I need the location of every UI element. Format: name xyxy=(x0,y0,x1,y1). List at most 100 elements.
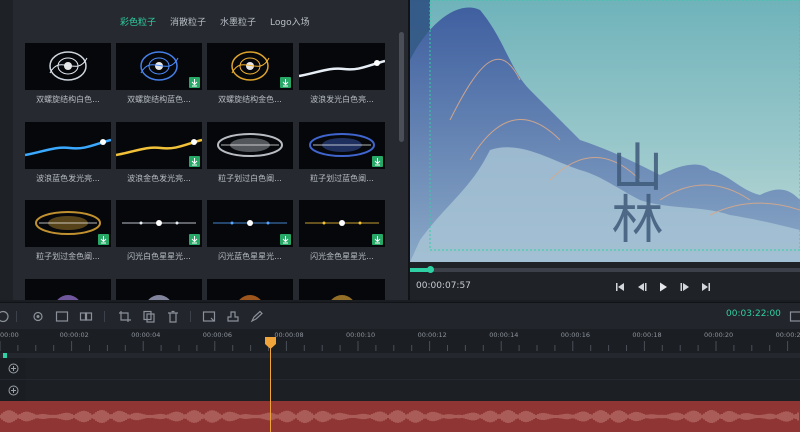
library-side-strip xyxy=(0,0,13,300)
stamp-icon[interactable] xyxy=(226,310,240,323)
effect-thumbnail[interactable] xyxy=(25,122,111,169)
toolbar-separator xyxy=(190,311,191,322)
effect-card[interactable]: 双螺旋结构蓝色... xyxy=(116,43,202,105)
effect-label: 波浪蓝色发光亮... xyxy=(36,174,100,183)
ruler-label: 00:00:10 xyxy=(346,331,376,339)
link-icon[interactable] xyxy=(79,310,93,323)
download-icon[interactable] xyxy=(98,234,109,245)
settings-icon[interactable] xyxy=(31,310,45,323)
audio-clip[interactable] xyxy=(0,401,800,432)
effect-label: 粒子划过金色阐... xyxy=(36,252,100,261)
effect-card[interactable]: 波浪金色发光亮... xyxy=(116,122,202,184)
ruler-label: 00:00:16 xyxy=(560,331,590,339)
toolbar-separator xyxy=(104,311,105,322)
preview-title-text: 山林 xyxy=(602,140,662,244)
effect-card[interactable] xyxy=(116,279,202,300)
effect-label: 闪光金色星星光... xyxy=(310,252,374,261)
fullscreen-icon[interactable] xyxy=(789,310,800,323)
effect-label: 双螺旋结构白色... xyxy=(36,95,100,104)
effect-card[interactable]: 波浪蓝色发光亮... xyxy=(25,122,111,184)
timeline-ruler[interactable]: 00:00 00:00:02 00:00:04 00:00:06 00:00:08 00:… xyxy=(0,329,800,353)
ruler-label: 00:00:06 xyxy=(202,331,232,339)
playhead-line[interactable] xyxy=(270,337,271,432)
ruler-label: 00:00:08 xyxy=(274,331,304,339)
library-scrollbar[interactable] xyxy=(399,32,404,142)
screen-icon[interactable] xyxy=(55,310,69,323)
effect-thumbnail[interactable] xyxy=(207,279,293,300)
toolbar-separator xyxy=(16,311,17,322)
effect-card[interactable]: 粒子划过白色阐... xyxy=(207,122,293,184)
effect-thumbnail[interactable] xyxy=(207,43,293,90)
effect-thumbnail[interactable] xyxy=(116,122,202,169)
effect-card[interactable]: 粒子划过金色阐... xyxy=(25,200,111,262)
effect-thumbnail[interactable] xyxy=(116,279,202,300)
effect-label: 粒子划过白色阐... xyxy=(218,174,282,183)
effect-card[interactable] xyxy=(25,279,111,300)
playhead-handle[interactable] xyxy=(265,337,276,349)
tab-0[interactable]: 彩色粒子 xyxy=(120,15,156,31)
timeline-toolbar xyxy=(0,302,800,331)
effect-thumbnail[interactable] xyxy=(116,43,202,90)
zoom-icon[interactable] xyxy=(0,310,10,323)
preview-current-time: 00:00:07:57 xyxy=(416,281,471,291)
effect-thumbnail[interactable] xyxy=(299,122,385,169)
ruler-label: 00:00:18 xyxy=(632,331,662,339)
export-frame-icon[interactable] xyxy=(202,310,216,323)
effect-card[interactable]: 闪光金色星星光... xyxy=(299,200,385,262)
download-icon[interactable] xyxy=(189,77,200,88)
download-icon[interactable] xyxy=(189,234,200,245)
effect-thumbnail[interactable] xyxy=(25,43,111,90)
add-track-icon[interactable] xyxy=(8,385,19,396)
delete-icon[interactable] xyxy=(166,310,180,323)
skip-back-icon[interactable] xyxy=(613,280,627,294)
preview-canvas: 山林 xyxy=(410,0,800,262)
add-track-icon[interactable] xyxy=(8,363,19,374)
effect-card[interactable] xyxy=(207,279,293,300)
copy-icon[interactable] xyxy=(142,310,156,323)
effect-thumbnail[interactable] xyxy=(207,122,293,169)
effect-label: 双螺旋结构蓝色... xyxy=(127,95,191,104)
effect-thumbnail[interactable] xyxy=(207,200,293,247)
effect-card[interactable] xyxy=(299,279,385,300)
category-tabs: 彩色粒子 消散粒子 水墨粒子 Logo入场 xyxy=(120,15,310,31)
effect-thumbnail[interactable] xyxy=(116,200,202,247)
effect-card[interactable]: 双螺旋结构白色... xyxy=(25,43,111,105)
effect-thumbnail[interactable] xyxy=(299,200,385,247)
timeline-track-2[interactable] xyxy=(0,380,800,402)
download-icon[interactable] xyxy=(372,156,383,167)
effect-label: 粒子划过蓝色阐... xyxy=(310,174,374,183)
effects-library-panel: 彩色粒子 消散粒子 水墨粒子 Logo入场 双螺旋结构白色... 双螺旋结构蓝色... 双… xyxy=(0,0,408,300)
tab-1[interactable]: 消散粒子 xyxy=(170,15,206,31)
effect-label: 波浪发光白色亮... xyxy=(310,95,374,104)
tab-2[interactable]: 水墨粒子 xyxy=(220,15,256,31)
download-icon[interactable] xyxy=(189,156,200,167)
effect-card[interactable]: 双螺旋结构金色... xyxy=(207,43,293,105)
effect-thumbnail[interactable] xyxy=(299,279,385,300)
step-forward-icon[interactable] xyxy=(678,280,692,294)
effect-thumbnail[interactable] xyxy=(299,43,385,90)
step-back-icon[interactable] xyxy=(635,280,649,294)
edit-icon[interactable] xyxy=(250,310,264,323)
effect-label: 波浪金色发光亮... xyxy=(127,174,191,183)
effect-thumbnail[interactable] xyxy=(25,200,111,247)
ruler-label: 00:00:20 xyxy=(704,331,734,339)
preview-progress-track[interactable] xyxy=(410,268,800,272)
play-icon[interactable] xyxy=(656,280,670,294)
ruler-label: 00:00:12 xyxy=(417,331,447,339)
effect-card[interactable]: 闪光白色星星光... xyxy=(116,200,202,262)
preview-progress-handle[interactable] xyxy=(427,266,434,273)
timeline-track-1[interactable] xyxy=(0,358,800,380)
effect-label: 双螺旋结构金色... xyxy=(218,95,282,104)
effect-label: 闪光蓝色星星光... xyxy=(218,252,282,261)
tab-3[interactable]: Logo入场 xyxy=(270,15,310,31)
download-icon[interactable] xyxy=(372,234,383,245)
track-header xyxy=(0,358,26,379)
effect-card[interactable]: 闪光蓝色星星光... xyxy=(207,200,293,262)
effect-card[interactable]: 粒子划过蓝色阐... xyxy=(299,122,385,184)
effect-card[interactable]: 波浪发光白色亮... xyxy=(299,43,385,105)
download-icon[interactable] xyxy=(280,77,291,88)
skip-forward-icon[interactable] xyxy=(699,280,713,294)
crop-icon[interactable] xyxy=(118,310,132,323)
download-icon[interactable] xyxy=(280,234,291,245)
effect-thumbnail[interactable] xyxy=(25,279,111,300)
